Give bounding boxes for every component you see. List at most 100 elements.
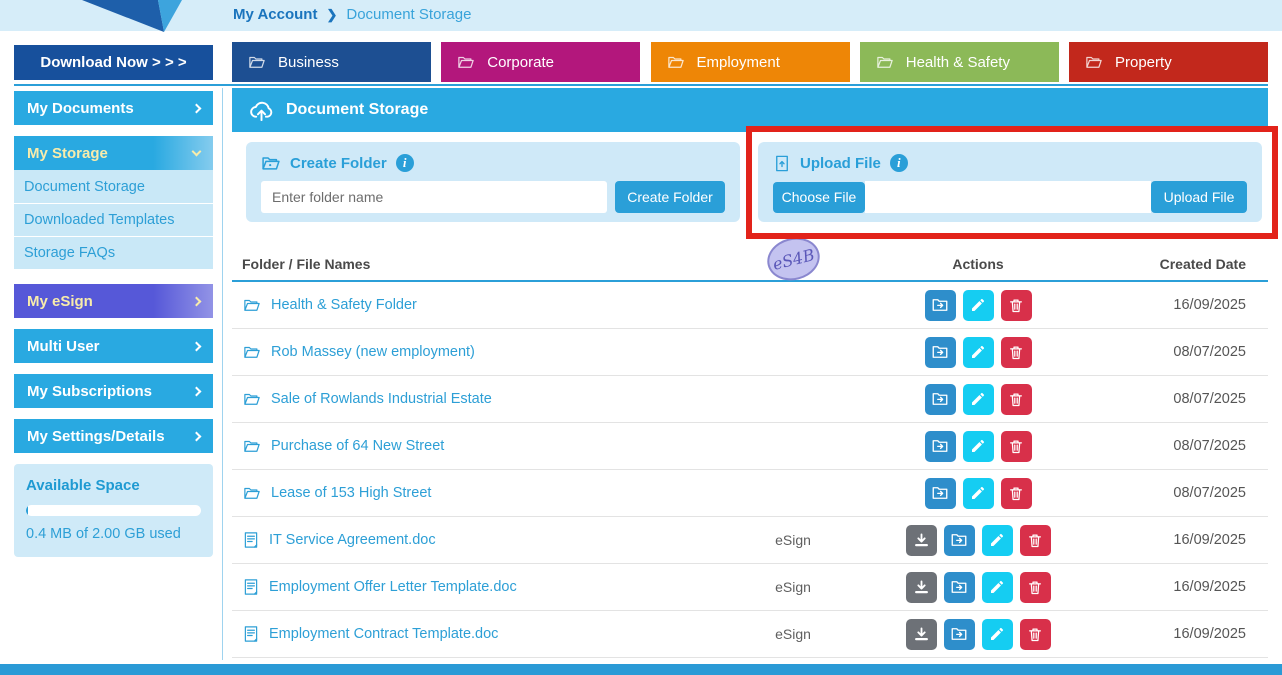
file-icon — [242, 624, 260, 644]
move-to-folder-button[interactable] — [925, 384, 956, 415]
chevron-right-icon — [192, 431, 202, 441]
rename-button[interactable] — [982, 572, 1013, 603]
sidebar-subitem-document-storage[interactable]: Document Storage — [14, 170, 213, 203]
move-to-folder-button[interactable] — [925, 478, 956, 509]
move-to-folder-button[interactable] — [925, 337, 956, 368]
choose-file-button[interactable]: Choose File — [773, 182, 865, 213]
rename-button[interactable] — [963, 290, 994, 321]
delete-button[interactable] — [1020, 525, 1051, 556]
column-header-names: Folder / File Names — [232, 256, 758, 272]
download-now-label: Download Now > > > — [40, 54, 186, 71]
upload-file-title: Upload File — [800, 155, 881, 172]
delete-button[interactable] — [1001, 337, 1032, 368]
delete-button[interactable] — [1020, 572, 1051, 603]
rename-button[interactable] — [982, 525, 1013, 556]
tab-property[interactable]: Property — [1069, 42, 1268, 82]
sidebar-item-my-storage[interactable]: My Storage — [14, 136, 213, 170]
delete-button[interactable] — [1020, 619, 1051, 650]
sidebar-item-my-documents[interactable]: My Documents — [14, 91, 213, 125]
item-name-link[interactable]: Sale of Rowlands Industrial Estate — [271, 391, 492, 407]
item-name-link[interactable]: Health & Safety Folder — [271, 297, 417, 313]
create-folder-icon — [261, 153, 281, 173]
move-to-folder-button[interactable] — [925, 431, 956, 462]
item-name-link[interactable]: Employment Contract Template.doc — [269, 626, 498, 642]
folder-icon — [666, 53, 686, 71]
move-to-folder-button[interactable] — [925, 290, 956, 321]
rename-button[interactable] — [982, 619, 1013, 650]
rename-button[interactable] — [963, 337, 994, 368]
tab-employment[interactable]: Employment — [651, 42, 850, 82]
sidebar-item-my-settings-details[interactable]: My Settings/Details — [14, 419, 213, 453]
sidebar-item-my-subscriptions[interactable]: My Subscriptions — [14, 374, 213, 408]
item-name-link[interactable]: Purchase of 64 New Street — [271, 438, 444, 454]
created-date: 16/09/2025 — [1128, 626, 1268, 642]
table-header-row: Folder / File Names Actions Created Date — [232, 248, 1268, 280]
sidebar-subitem-downloaded-templates[interactable]: Downloaded Templates — [14, 203, 213, 236]
created-date: 16/09/2025 — [1128, 532, 1268, 548]
sidebar-item-my-esign[interactable]: My eSign — [14, 284, 213, 318]
sidebar-item-label: Multi User — [27, 338, 100, 355]
item-name-link[interactable]: Lease of 153 High Street — [271, 485, 431, 501]
move-to-folder-button[interactable] — [944, 525, 975, 556]
item-name-link[interactable]: Rob Massey (new employment) — [271, 344, 475, 360]
download-button[interactable] — [906, 525, 937, 556]
storage-progress-fill — [26, 505, 28, 516]
tab-label: Property — [1115, 54, 1172, 71]
storage-progress-bar — [26, 505, 201, 516]
available-space-title: Available Space — [26, 477, 201, 494]
tab-health-safety[interactable]: Health & Safety — [860, 42, 1059, 82]
rename-button[interactable] — [963, 384, 994, 415]
sidebar-menu: My Documents My StorageDocument StorageDo… — [14, 91, 213, 453]
create-folder-info-icon[interactable]: i — [396, 154, 414, 172]
folder-icon — [247, 53, 267, 71]
breadcrumb-my-account[interactable]: My Account — [233, 6, 317, 23]
download-now-button[interactable]: Download Now > > > — [14, 45, 213, 80]
available-space-panel: Available Space 0.4 MB of 2.00 GB used — [14, 464, 213, 557]
created-date: 16/09/2025 — [1128, 579, 1268, 595]
item-name-link[interactable]: IT Service Agreement.doc — [269, 532, 436, 548]
delete-button[interactable] — [1001, 478, 1032, 509]
top-band — [0, 0, 1282, 31]
column-header-actions: Actions — [828, 256, 1128, 272]
delete-button[interactable] — [1001, 431, 1032, 462]
created-date: 08/07/2025 — [1128, 438, 1268, 454]
selected-file-display[interactable] — [865, 181, 1151, 213]
upload-file-icon — [773, 154, 791, 173]
folder-icon — [242, 343, 262, 361]
create-folder-button[interactable]: Create Folder — [615, 181, 725, 213]
tab-corporate[interactable]: Corporate — [441, 42, 640, 82]
upload-file-info-icon[interactable]: i — [890, 154, 908, 172]
download-button[interactable] — [906, 572, 937, 603]
chevron-right-icon — [192, 386, 202, 396]
sidebar-subitem-storage-faqs[interactable]: Storage FAQs — [14, 236, 213, 269]
page-header-bar: Document Storage — [232, 88, 1268, 132]
sidebar-item-multi-user[interactable]: Multi User — [14, 329, 213, 363]
esign-label: eSign — [758, 579, 828, 595]
folder-icon — [242, 437, 262, 455]
table-row: Health & Safety Folder 16/09/2025 — [232, 282, 1268, 329]
bottom-bar — [0, 664, 1282, 675]
created-date: 08/07/2025 — [1128, 391, 1268, 407]
site-logo — [82, 0, 182, 32]
folder-icon — [1084, 53, 1104, 71]
download-button[interactable] — [906, 619, 937, 650]
cloud-upload-icon — [248, 97, 275, 124]
delete-button[interactable] — [1001, 290, 1032, 321]
created-date: 16/09/2025 — [1128, 297, 1268, 313]
tab-business[interactable]: Business — [232, 42, 431, 82]
table-row: Sale of Rowlands Industrial Estate 08/07 — [232, 376, 1268, 423]
table-row: Rob Massey (new employment) 08/07/2025 — [232, 329, 1268, 376]
folder-icon — [242, 296, 262, 314]
create-folder-panel: Create Folder i Create Folder — [246, 142, 740, 222]
delete-button[interactable] — [1001, 384, 1032, 415]
rename-button[interactable] — [963, 431, 994, 462]
upload-file-button[interactable]: Upload File — [1151, 181, 1247, 213]
tab-label: Health & Safety — [906, 54, 1010, 71]
item-name-link[interactable]: Employment Offer Letter Template.doc — [269, 579, 517, 595]
rename-button[interactable] — [963, 478, 994, 509]
table-body: Health & Safety Folder 16/09/2025 — [232, 282, 1268, 658]
tab-label: Corporate — [487, 54, 554, 71]
folder-name-input[interactable] — [261, 181, 607, 213]
move-to-folder-button[interactable] — [944, 572, 975, 603]
move-to-folder-button[interactable] — [944, 619, 975, 650]
